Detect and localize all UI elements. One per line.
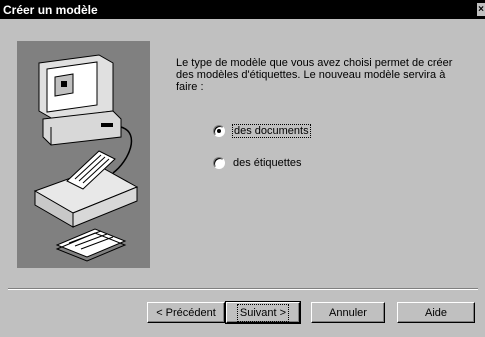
- help-button-label: Aide: [424, 306, 448, 319]
- next-button-label: Suivant >: [236, 303, 290, 322]
- wizard-illustration: [17, 41, 150, 268]
- radio-circle-icon[interactable]: [213, 125, 225, 137]
- separator-line: [8, 288, 478, 290]
- window-title: Créer un modèle: [3, 2, 98, 17]
- computer-printer-illustration-icon: [33, 54, 139, 262]
- back-button[interactable]: < Précédent: [147, 302, 225, 323]
- next-button[interactable]: Suivant >: [225, 301, 301, 324]
- help-button[interactable]: Aide: [397, 302, 475, 323]
- radio-circle-icon[interactable]: [213, 157, 225, 169]
- radio-documents[interactable]: des documents: [213, 124, 311, 138]
- cancel-button[interactable]: Annuler: [311, 302, 385, 323]
- radio-dot-icon: [217, 129, 221, 133]
- close-button[interactable]: ×: [477, 3, 485, 16]
- wizard-description: Le type de modèle que vous avez choisi p…: [176, 57, 453, 93]
- cancel-button-label: Annuler: [329, 306, 367, 319]
- radio-labels[interactable]: des étiquettes: [213, 157, 302, 169]
- radio-labels-label[interactable]: des étiquettes: [233, 157, 302, 169]
- title-bar: Créer un modèle ×: [0, 0, 485, 19]
- back-button-label: < Précédent: [156, 306, 216, 319]
- radio-documents-label[interactable]: des documents: [232, 124, 311, 138]
